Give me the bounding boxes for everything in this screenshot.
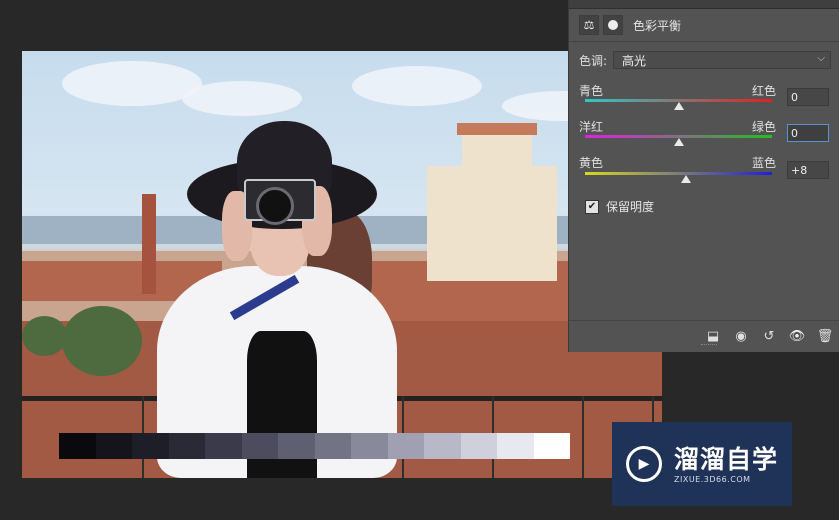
watermark-brand: 溜溜自学 bbox=[674, 444, 779, 474]
yellow-blue-slider: 黄色 蓝色 bbox=[579, 154, 831, 183]
view-previous-icon[interactable]: ◉ bbox=[727, 325, 755, 347]
grayscale-swatch bbox=[168, 433, 205, 459]
watermark: ▶ 溜溜自学 ZIXUE.3D66.COM bbox=[612, 422, 792, 506]
magenta-green-thumb[interactable] bbox=[673, 138, 684, 146]
grayscale-swatch bbox=[497, 433, 534, 459]
yellow-blue-input[interactable] bbox=[787, 161, 829, 179]
cyan-red-slider: 青色 红色 bbox=[579, 82, 831, 110]
tone-select-value: 高光 bbox=[622, 53, 647, 68]
tone-row: 色调: 高光 ⌵ bbox=[579, 50, 831, 70]
reset-icon[interactable]: ↺ bbox=[755, 325, 783, 347]
grayscale-swatch bbox=[387, 433, 424, 459]
magenta-green-slider: 洋红 绿色 bbox=[579, 118, 831, 146]
grayscale-swatch bbox=[351, 433, 388, 459]
watermark-url: ZIXUE.3D66.COM bbox=[674, 474, 751, 484]
grayscale-swatch bbox=[59, 433, 96, 459]
grayscale-swatch bbox=[205, 433, 242, 459]
grayscale-swatch bbox=[460, 433, 497, 459]
panel-tab-bar[interactable] bbox=[569, 0, 839, 9]
cyan-red-thumb[interactable] bbox=[673, 102, 684, 110]
play-logo-icon: ▶ bbox=[626, 446, 662, 482]
green-label: 绿色 bbox=[752, 120, 777, 134]
grayscale-swatch bbox=[95, 433, 132, 459]
grayscale-swatch bbox=[132, 433, 169, 459]
grayscale-swatch bbox=[533, 433, 570, 459]
cyan-red-input[interactable] bbox=[787, 88, 829, 106]
panel-header: ⚖ 色彩平衡 bbox=[569, 9, 839, 42]
red-label: 红色 bbox=[752, 84, 777, 98]
chevron-down-icon: ⌵ bbox=[817, 53, 825, 64]
panel-title: 色彩平衡 bbox=[633, 18, 682, 33]
grayscale-swatch bbox=[278, 433, 315, 459]
properties-panel: ⚖ 色彩平衡 色调: 高光 ⌵ 青色 红色 洋红 绿色 黄色 bbox=[568, 0, 839, 352]
yellow-blue-thumb[interactable] bbox=[680, 175, 691, 183]
balance-scale-icon[interactable]: ⚖ bbox=[579, 15, 599, 35]
grayscale-strip bbox=[59, 433, 570, 459]
grayscale-swatch bbox=[314, 433, 351, 459]
preserve-luminosity-checkbox[interactable]: ✔ bbox=[585, 199, 599, 214]
preserve-luminosity-row[interactable]: ✔ 保留明度 bbox=[585, 198, 654, 215]
grayscale-swatch bbox=[424, 433, 461, 459]
trash-icon[interactable]: 🗑 bbox=[811, 325, 839, 347]
resize-grip[interactable] bbox=[701, 344, 717, 347]
yellow-label: 黄色 bbox=[579, 156, 604, 170]
magenta-green-input[interactable] bbox=[787, 124, 829, 142]
tone-label: 色调: bbox=[579, 53, 608, 68]
canvas-photo bbox=[22, 51, 662, 478]
magenta-label: 洋红 bbox=[579, 120, 604, 134]
tone-select[interactable]: 高光 ⌵ bbox=[613, 51, 831, 69]
mask-icon[interactable] bbox=[603, 15, 623, 35]
visibility-icon[interactable]: 👁 bbox=[783, 325, 811, 347]
yellow-blue-track[interactable] bbox=[585, 172, 772, 175]
grayscale-swatch bbox=[241, 433, 278, 459]
cyan-label: 青色 bbox=[579, 84, 604, 98]
blue-label: 蓝色 bbox=[752, 156, 777, 170]
preserve-luminosity-label: 保留明度 bbox=[606, 200, 655, 214]
